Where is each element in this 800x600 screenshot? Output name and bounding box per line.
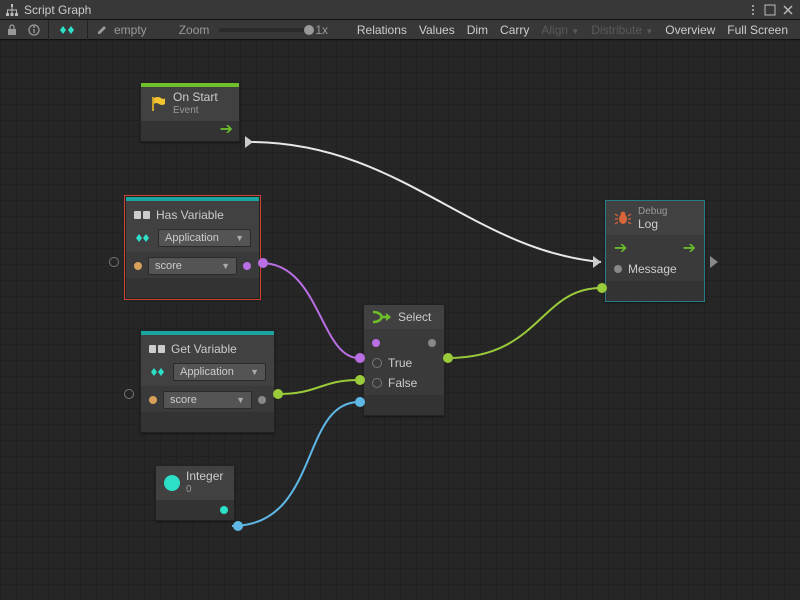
maximize-icon[interactable] <box>764 4 776 16</box>
distribute-dropdown[interactable]: Distribute ▼ <box>591 23 653 37</box>
output-port[interactable] <box>258 258 268 268</box>
dim-button[interactable]: Dim <box>467 23 488 37</box>
input-port[interactable] <box>124 389 134 399</box>
option-false: False <box>388 376 417 390</box>
message-label: Message <box>628 262 677 276</box>
node-footer: ➔ <box>141 121 239 141</box>
edit-icon[interactable] <box>96 24 108 36</box>
node-integer[interactable]: Integer 0 <box>155 465 235 521</box>
output-port[interactable] <box>233 521 243 531</box>
relations-button[interactable]: Relations <box>357 23 407 37</box>
integer-icon <box>164 475 180 491</box>
merge-icon <box>372 309 392 325</box>
input-port[interactable] <box>355 397 365 407</box>
variable-icon <box>149 343 165 355</box>
window-title: Script Graph <box>24 3 91 17</box>
bug-icon <box>614 209 632 227</box>
flow-arrow-icon: ➔ <box>614 241 627 257</box>
node-title: Integer <box>186 470 223 483</box>
node-select[interactable]: Select True False <box>363 304 445 416</box>
variable-name-value: score <box>170 394 197 406</box>
input-port[interactable] <box>109 257 119 267</box>
node-footer <box>141 412 274 432</box>
option-true: True <box>388 356 412 370</box>
flag-icon <box>149 95 167 113</box>
variable-name-dropdown[interactable]: score ▼ <box>163 391 252 409</box>
node-has-variable[interactable]: Has Variable Application ▼ score ▼ <box>125 196 260 299</box>
variable-name-dropdown[interactable]: score ▼ <box>148 257 237 275</box>
zoom-value: 1x <box>315 23 328 37</box>
variable-name-value: score <box>155 260 182 272</box>
scope-value: Application <box>180 366 234 378</box>
var-field-value[interactable]: empty <box>114 23 147 37</box>
window-tab[interactable]: Script Graph <box>6 3 91 17</box>
input-port[interactable] <box>597 283 607 293</box>
node-get-variable[interactable]: Get Variable Application ▼ score ▼ <box>140 330 275 433</box>
flow-arrow-icon: ➔ <box>220 122 233 138</box>
zoom-label: Zoom <box>179 23 210 37</box>
node-footer <box>606 281 704 301</box>
zoom-slider-knob[interactable] <box>304 25 314 35</box>
node-subtitle: Event <box>173 104 218 117</box>
graph-icon <box>6 4 18 16</box>
output-port[interactable] <box>443 353 453 363</box>
chevron-down-icon: ▼ <box>221 261 230 271</box>
node-footer <box>364 395 444 415</box>
node-title: Log <box>638 218 667 231</box>
lock-icon[interactable] <box>6 24 18 36</box>
radio-icon <box>372 358 382 368</box>
scope-value: Application <box>165 232 219 244</box>
port-dot[interactable] <box>243 262 251 270</box>
fullscreen-button[interactable]: Full Screen <box>727 23 788 37</box>
node-on-start[interactable]: On Start Event ➔ <box>140 82 240 142</box>
node-title: Select <box>398 310 431 324</box>
title-bar: Script Graph <box>0 0 800 20</box>
output-port[interactable] <box>273 389 283 399</box>
overview-button[interactable]: Overview <box>665 23 715 37</box>
scope-icon <box>149 366 167 378</box>
info-icon[interactable] <box>28 24 40 36</box>
scope-dropdown[interactable]: Application ▼ <box>158 229 251 247</box>
align-dropdown[interactable]: Align ▼ <box>541 23 579 37</box>
input-port[interactable] <box>355 375 365 385</box>
port-dot[interactable] <box>258 396 266 404</box>
scope-icon <box>134 232 152 244</box>
port-dot[interactable] <box>220 506 228 514</box>
carry-button[interactable]: Carry <box>500 23 529 37</box>
flow-out-port[interactable] <box>710 256 718 268</box>
port-dot[interactable] <box>134 262 142 270</box>
scope-icon[interactable] <box>57 23 79 37</box>
flow-out-port[interactable] <box>245 136 253 148</box>
close-icon[interactable] <box>782 4 794 16</box>
node-title: On Start <box>173 91 218 104</box>
chevron-down-icon: ▼ <box>236 395 245 405</box>
graph-canvas[interactable]: On Start Event ➔ Has Variable Applicatio… <box>0 40 800 600</box>
scope-dropdown[interactable]: Application ▼ <box>173 363 266 381</box>
chevron-down-icon: ▼ <box>250 367 259 377</box>
node-debug-log[interactable]: Debug Log ➔➔ Message <box>605 200 705 302</box>
node-footer <box>126 278 259 298</box>
chevron-down-icon: ▼ <box>235 233 244 243</box>
port-dot[interactable] <box>149 396 157 404</box>
zoom-slider[interactable] <box>219 28 309 32</box>
port-dot[interactable] <box>614 265 622 273</box>
toolbar: empty Zoom 1x Relations Values Dim Carry… <box>0 20 800 40</box>
flow-in-port[interactable] <box>593 256 601 268</box>
radio-icon <box>372 378 382 388</box>
integer-value: 0 <box>186 483 223 496</box>
node-footer <box>156 500 234 520</box>
node-title: Get Variable <box>171 342 237 356</box>
variable-icon <box>134 209 150 221</box>
input-port[interactable] <box>355 353 365 363</box>
kebab-icon[interactable] <box>748 4 758 16</box>
values-button[interactable]: Values <box>419 23 455 37</box>
flow-arrow-icon: ➔ <box>683 241 696 257</box>
port-dot[interactable] <box>428 339 436 347</box>
port-dot[interactable] <box>372 339 380 347</box>
node-title: Has Variable <box>156 208 224 222</box>
